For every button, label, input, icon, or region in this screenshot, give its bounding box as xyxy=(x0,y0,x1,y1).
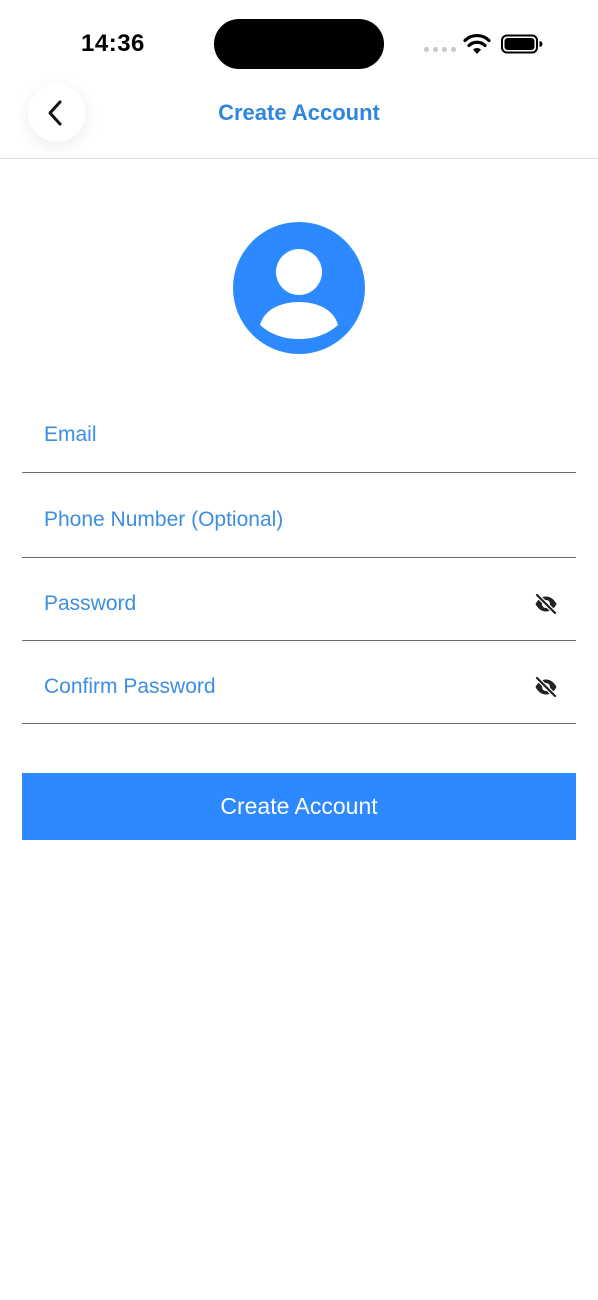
phone-number-field[interactable] xyxy=(22,483,576,557)
confirm-password-field-container xyxy=(22,650,576,724)
eye-off-icon[interactable] xyxy=(534,675,558,699)
dynamic-island xyxy=(214,19,384,69)
email-field-container xyxy=(22,398,576,473)
password-field-container xyxy=(22,567,576,641)
eye-off-icon[interactable] xyxy=(534,592,558,616)
status-bar: 14:36 xyxy=(0,0,598,88)
email-field[interactable] xyxy=(22,398,576,472)
battery-icon xyxy=(501,34,543,54)
page-title: Create Account xyxy=(218,100,380,125)
create-account-button[interactable]: Create Account xyxy=(22,773,576,840)
nav-header: Create Account xyxy=(0,84,598,159)
wifi-icon xyxy=(463,33,491,54)
password-field[interactable] xyxy=(22,567,576,640)
status-time: 14:36 xyxy=(81,30,145,57)
signal-dots-icon xyxy=(424,47,456,53)
user-avatar-icon[interactable] xyxy=(233,222,365,354)
confirm-password-field[interactable] xyxy=(22,650,576,723)
phone-field-container xyxy=(22,483,576,558)
